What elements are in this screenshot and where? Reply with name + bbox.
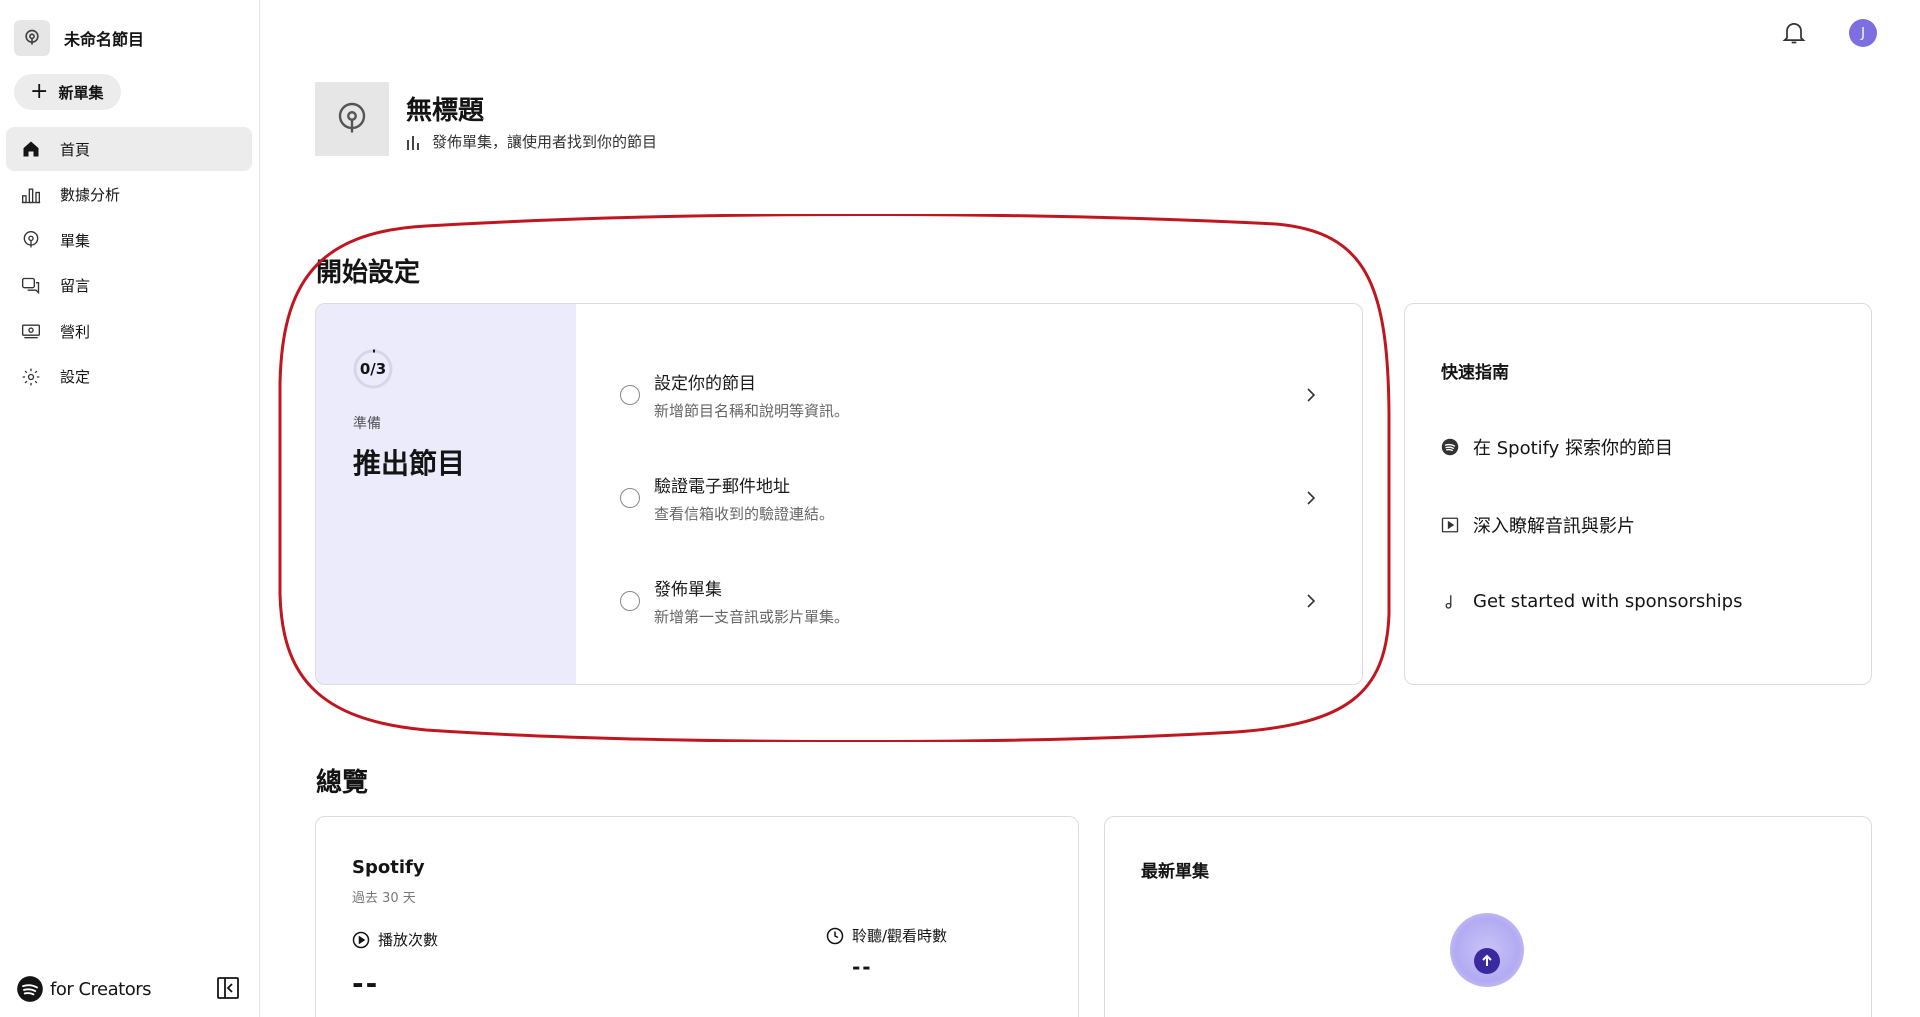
upload-arrow-icon[interactable] <box>1474 948 1500 974</box>
show-title: 未命名節目 <box>64 30 145 49</box>
brand-label: for Creators <box>50 978 152 1000</box>
spotify-icon <box>17 976 43 1002</box>
latest-episode-card: 最新單集 <box>1104 816 1872 1017</box>
task-desc: 新增節目名稱和說明等資訊。 <box>654 402 850 420</box>
notifications-bell-icon[interactable] <box>1780 18 1808 46</box>
setup-card: 0/3 準備 推出節目 設定你的節目 新增節目名稱和說明等資訊。 驗證電子郵件地… <box>315 303 1363 685</box>
music-note-icon <box>1441 593 1459 611</box>
sidebar-item-label: 單集 <box>60 231 91 250</box>
bar-chart-icon <box>407 135 419 150</box>
sidebar-nav: 首頁 數據分析 單集 留言 營利 設定 <box>6 127 252 400</box>
spotify-stats-card: Spotify 過去 30 天 播放次數 -- 聆聽/觀看時數 -- <box>315 816 1079 1017</box>
task-title: 設定你的節目 <box>654 374 756 394</box>
play-circle-icon <box>352 931 370 948</box>
guide-item-label: Get started with sponsorships <box>1473 591 1743 612</box>
gear-icon <box>20 366 42 388</box>
task-title: 驗證電子郵件地址 <box>654 477 790 497</box>
task-verify-email[interactable]: 驗證電子郵件地址 查看信箱收到的驗證連結。 <box>576 453 1362 543</box>
sidebar-item-label: 設定 <box>60 368 91 386</box>
episode-upload-illustration <box>1450 913 1524 987</box>
show-header[interactable]: 未命名節目 <box>14 20 144 56</box>
plus-icon: + <box>30 79 49 104</box>
overview-section-title: 總覽 <box>316 768 369 798</box>
guide-item-label: 深入瞭解音訊與影片 <box>1473 516 1635 537</box>
new-episode-label: 新單集 <box>58 83 104 102</box>
listen-time-value: -- <box>852 955 873 979</box>
guide-item-label: 在 Spotify 探索你的節目 <box>1473 438 1674 459</box>
setup-section-title: 開始設定 <box>316 258 421 288</box>
sidebar-item-comments[interactable]: 留言 <box>6 264 252 308</box>
listen-time-metric-label: 聆聽/觀看時數 <box>826 925 947 946</box>
spotify-icon <box>1441 438 1459 456</box>
show-cover-placeholder[interactable] <box>315 82 389 156</box>
setup-status-label: 準備 <box>353 416 381 432</box>
setup-progress-pane: 0/3 準備 推出節目 <box>316 304 576 684</box>
sidebar: 未命名節目 + 新單集 首頁 數據分析 單集 留言 營利 設定 for Crea… <box>0 0 260 1017</box>
podcast-icon <box>338 102 366 133</box>
task-title: 發佈單集 <box>654 580 722 600</box>
play-box-icon <box>1441 516 1459 534</box>
task-publish-episode[interactable]: 發佈單集 新增第一支音訊或影片單集。 <box>576 556 1362 646</box>
app-root: 未命名節目 + 新單集 首頁 數據分析 單集 留言 營利 設定 for Crea… <box>0 0 1920 1017</box>
sidebar-item-home[interactable]: 首頁 <box>6 127 252 171</box>
task-checkbox[interactable] <box>620 591 640 611</box>
setup-task-list: 設定你的節目 新增節目名稱和說明等資訊。 驗證電子郵件地址 查看信箱收到的驗證連… <box>576 304 1362 684</box>
setup-goal: 推出節目 <box>353 447 466 480</box>
task-checkbox[interactable] <box>620 488 640 508</box>
monetization-icon <box>20 320 42 342</box>
sidebar-item-analytics[interactable]: 數據分析 <box>6 173 252 217</box>
sidebar-item-monetization[interactable]: 營利 <box>6 309 252 353</box>
new-episode-button[interactable]: + 新單集 <box>14 74 122 110</box>
stats-title: Spotify <box>352 857 425 878</box>
guide-item-audio-video[interactable]: 深入瞭解音訊與影片 <box>1441 512 1635 538</box>
page-title: 無標題 <box>406 96 485 126</box>
progress-count: 0/3 <box>359 360 387 378</box>
page-subtitle-text: 發佈單集，讓使用者找到你的節目 <box>432 133 658 151</box>
listen-time-label: 聆聽/觀看時數 <box>852 927 948 945</box>
sidebar-item-episodes[interactable]: 單集 <box>6 218 252 262</box>
stats-period: 過去 30 天 <box>352 891 416 906</box>
clock-icon <box>826 927 844 944</box>
collapse-sidebar-icon[interactable] <box>216 976 240 1000</box>
task-desc: 新增第一支音訊或影片單集。 <box>654 608 850 626</box>
podcast-icon <box>14 20 50 56</box>
quick-guide-card: 快速指南 在 Spotify 探索你的節目 深入瞭解音訊與影片 Get star… <box>1404 303 1872 685</box>
comments-icon <box>20 275 42 297</box>
home-icon <box>20 138 42 160</box>
spotify-for-creators-logo[interactable]: for Creators <box>16 975 152 1003</box>
sidebar-item-label: 營利 <box>60 322 91 341</box>
page-subtitle: 發佈單集，讓使用者找到你的節目 <box>406 131 657 152</box>
sidebar-item-label: 留言 <box>60 277 91 295</box>
sidebar-item-label: 數據分析 <box>60 186 121 204</box>
quick-guide-title: 快速指南 <box>1441 363 1509 383</box>
chevron-right-icon <box>1307 388 1316 402</box>
plays-metric-label: 播放次數 <box>352 929 438 950</box>
sidebar-item-settings[interactable]: 設定 <box>6 355 252 399</box>
podcast-icon <box>20 229 42 251</box>
task-desc: 查看信箱收到的驗證連結。 <box>654 505 835 523</box>
task-checkbox[interactable] <box>620 385 640 405</box>
chevron-right-icon <box>1307 491 1316 505</box>
analytics-icon <box>20 184 42 206</box>
avatar[interactable]: J <box>1849 19 1877 47</box>
chevron-right-icon <box>1307 594 1316 608</box>
latest-episode-title: 最新單集 <box>1141 862 1209 882</box>
plays-label: 播放次數 <box>378 931 439 949</box>
guide-item-sponsorships[interactable]: Get started with sponsorships <box>1441 591 1742 612</box>
guide-item-spotify[interactable]: 在 Spotify 探索你的節目 <box>1441 434 1673 460</box>
sidebar-item-label: 首頁 <box>60 140 91 159</box>
task-setup-show[interactable]: 設定你的節目 新增節目名稱和說明等資訊。 <box>576 350 1362 440</box>
plays-value: -- <box>352 967 380 1000</box>
